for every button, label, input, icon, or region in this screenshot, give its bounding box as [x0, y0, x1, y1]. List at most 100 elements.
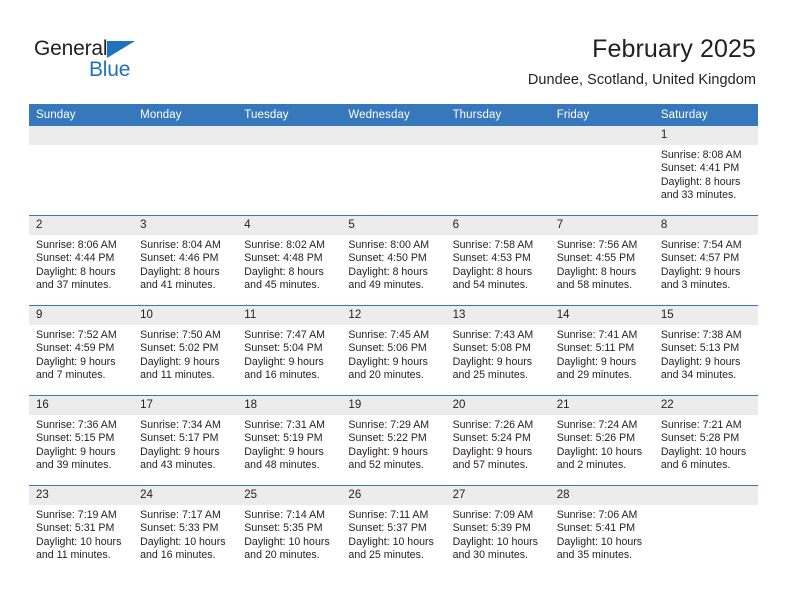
day-number: 12: [341, 306, 446, 325]
calendar-day-cell[interactable]: 11 Sunrise: 7:47 AM Sunset: 5:04 PM Dayli…: [237, 305, 342, 396]
calendar-week-row: 16 Sunrise: 7:36 AM Sunset: 5:15 PM Dayli…: [29, 395, 758, 486]
day-sun-details: Sunrise: 7:38 AM Sunset: 5:13 PM Dayligh…: [660, 329, 742, 381]
day-sun-details: Sunrise: 7:26 AM Sunset: 5:24 PM Dayligh…: [452, 419, 534, 471]
day-sun-details: Sunrise: 8:08 AM Sunset: 4:41 PM Dayligh…: [660, 149, 742, 201]
day-cell-inner: 11 Sunrise: 7:47 AM Sunset: 5:04 PM Dayli…: [237, 306, 342, 395]
day-number: [133, 126, 238, 145]
calendar-day-cell[interactable]: 8 Sunrise: 7:54 AM Sunset: 4:57 PM Daylig…: [653, 215, 758, 306]
calendar-page: General Blue February 2025 Dundee, Scotl…: [0, 0, 792, 612]
day-number: 19: [341, 396, 446, 415]
calendar-day-cell-empty: [237, 126, 342, 216]
day-sun-details: Sunrise: 7:14 AM Sunset: 5:35 PM Dayligh…: [244, 509, 330, 561]
calendar-day-cell-empty: [133, 126, 238, 216]
day-number: [341, 126, 446, 145]
day-sun-details: Sunrise: 7:31 AM Sunset: 5:19 PM Dayligh…: [244, 419, 325, 471]
calendar-day-cell[interactable]: 19 Sunrise: 7:29 AM Sunset: 5:22 PM Dayli…: [341, 395, 446, 486]
calendar-day-cell[interactable]: 15 Sunrise: 7:38 AM Sunset: 5:13 PM Dayli…: [653, 305, 758, 396]
generalblue-logo[interactable]: General Blue: [34, 38, 154, 82]
day-sun-details: [550, 145, 654, 149]
day-number: 25: [237, 486, 342, 505]
day-cell-inner: 14 Sunrise: 7:41 AM Sunset: 5:11 PM Dayli…: [549, 306, 654, 395]
day-number: 13: [445, 306, 550, 325]
weekday-header-monday: Monday: [133, 104, 238, 126]
calendar-day-cell[interactable]: 18 Sunrise: 7:31 AM Sunset: 5:19 PM Dayli…: [237, 395, 342, 486]
day-sun-details: Sunrise: 7:50 AM Sunset: 5:02 PM Dayligh…: [140, 329, 221, 381]
calendar-week-row: 2 Sunrise: 8:06 AM Sunset: 4:44 PM Daylig…: [29, 215, 758, 306]
day-cell-inner: 16 Sunrise: 7:36 AM Sunset: 5:15 PM Dayli…: [29, 396, 134, 485]
page-header: General Blue February 2025 Dundee, Scotl…: [0, 0, 792, 104]
day-sun-details: [237, 145, 341, 149]
day-sun-details: [341, 145, 445, 149]
day-number: 5: [341, 216, 446, 235]
day-sun-details: Sunrise: 7:17 AM Sunset: 5:33 PM Dayligh…: [140, 509, 226, 561]
calendar-day-cell[interactable]: 13 Sunrise: 7:43 AM Sunset: 5:08 PM Dayli…: [445, 305, 550, 396]
day-number: [29, 126, 134, 145]
calendar-week-row: 23 Sunrise: 7:19 AM Sunset: 5:31 PM Dayli…: [29, 485, 758, 575]
day-cell-inner: 8 Sunrise: 7:54 AM Sunset: 4:57 PM Daylig…: [653, 216, 758, 305]
day-number: 23: [29, 486, 134, 505]
calendar-day-cell[interactable]: 6 Sunrise: 7:58 AM Sunset: 4:53 PM Daylig…: [445, 215, 550, 306]
day-sun-details: Sunrise: 8:02 AM Sunset: 4:48 PM Dayligh…: [244, 239, 325, 291]
day-sun-details: Sunrise: 8:00 AM Sunset: 4:50 PM Dayligh…: [348, 239, 430, 291]
logo-text-general: General: [34, 37, 108, 60]
day-sun-details: Sunrise: 7:21 AM Sunset: 5:28 PM Dayligh…: [660, 419, 747, 471]
page-subtitle: Dundee, Scotland, United Kingdom: [527, 72, 756, 88]
calendar-day-cell[interactable]: 23 Sunrise: 7:19 AM Sunset: 5:31 PM Dayli…: [29, 485, 134, 575]
day-number: 21: [549, 396, 654, 415]
day-sun-details: [133, 145, 237, 149]
calendar-day-cell[interactable]: 14 Sunrise: 7:41 AM Sunset: 5:11 PM Dayli…: [549, 305, 654, 396]
day-sun-details: Sunrise: 7:47 AM Sunset: 5:04 PM Dayligh…: [244, 329, 325, 381]
weekday-header-sunday: Sunday: [29, 104, 134, 126]
weekday-header-friday: Friday: [549, 104, 654, 126]
calendar-day-cell[interactable]: 21 Sunrise: 7:24 AM Sunset: 5:26 PM Dayli…: [549, 395, 654, 486]
day-cell-inner: 10 Sunrise: 7:50 AM Sunset: 5:02 PM Dayli…: [133, 306, 238, 395]
day-cell-inner: [445, 126, 550, 215]
calendar-day-cell[interactable]: 12 Sunrise: 7:45 AM Sunset: 5:06 PM Dayli…: [341, 305, 446, 396]
calendar-day-cell[interactable]: 24 Sunrise: 7:17 AM Sunset: 5:33 PM Dayli…: [133, 485, 238, 575]
calendar-day-cell[interactable]: 27 Sunrise: 7:09 AM Sunset: 5:39 PM Dayli…: [445, 485, 550, 575]
day-sun-details: Sunrise: 7:45 AM Sunset: 5:06 PM Dayligh…: [348, 329, 430, 381]
day-cell-inner: 23 Sunrise: 7:19 AM Sunset: 5:31 PM Dayli…: [29, 486, 134, 575]
day-number: 8: [653, 216, 758, 235]
calendar-day-cell[interactable]: 20 Sunrise: 7:26 AM Sunset: 5:24 PM Dayli…: [445, 395, 550, 486]
day-number: 20: [445, 396, 550, 415]
calendar-day-cell[interactable]: 16 Sunrise: 7:36 AM Sunset: 5:15 PM Dayli…: [29, 395, 134, 486]
calendar-day-cell[interactable]: 10 Sunrise: 7:50 AM Sunset: 5:02 PM Dayli…: [133, 305, 238, 396]
calendar-day-cell[interactable]: 5 Sunrise: 8:00 AM Sunset: 4:50 PM Daylig…: [341, 215, 446, 306]
calendar-day-cell[interactable]: 26 Sunrise: 7:11 AM Sunset: 5:37 PM Dayli…: [341, 485, 446, 575]
day-sun-details: Sunrise: 7:09 AM Sunset: 5:39 PM Dayligh…: [452, 509, 538, 561]
calendar-day-cell-empty: [549, 126, 654, 216]
day-number: 24: [133, 486, 238, 505]
day-cell-inner: 27 Sunrise: 7:09 AM Sunset: 5:39 PM Dayli…: [445, 486, 550, 575]
calendar-day-cell[interactable]: 4 Sunrise: 8:02 AM Sunset: 4:48 PM Daylig…: [237, 215, 342, 306]
day-sun-details: Sunrise: 7:41 AM Sunset: 5:11 PM Dayligh…: [556, 329, 638, 381]
day-cell-inner: 13 Sunrise: 7:43 AM Sunset: 5:08 PM Dayli…: [445, 306, 550, 395]
day-number: 26: [341, 486, 446, 505]
title-block: February 2025 Dundee, Scotland, United K…: [528, 34, 756, 90]
day-sun-details: Sunrise: 7:06 AM Sunset: 5:41 PM Dayligh…: [556, 509, 643, 561]
calendar-day-cell[interactable]: 1 Sunrise: 8:08 AM Sunset: 4:41 PM Daylig…: [653, 126, 758, 216]
day-cell-inner: 4 Sunrise: 8:02 AM Sunset: 4:48 PM Daylig…: [237, 216, 342, 305]
day-sun-details: Sunrise: 7:34 AM Sunset: 5:17 PM Dayligh…: [140, 419, 221, 471]
calendar-day-cell[interactable]: 17 Sunrise: 7:34 AM Sunset: 5:17 PM Dayli…: [133, 395, 238, 486]
calendar-day-cell-empty: [29, 126, 134, 216]
triangle-icon: [107, 41, 135, 58]
weekday-header-thursday: Thursday: [445, 104, 550, 126]
calendar-day-cell[interactable]: 28 Sunrise: 7:06 AM Sunset: 5:41 PM Dayli…: [549, 485, 654, 575]
day-cell-inner: 21 Sunrise: 7:24 AM Sunset: 5:26 PM Dayli…: [549, 396, 654, 485]
calendar-day-cell[interactable]: 7 Sunrise: 7:56 AM Sunset: 4:55 PM Daylig…: [549, 215, 654, 306]
day-cell-inner: 12 Sunrise: 7:45 AM Sunset: 5:06 PM Dayli…: [341, 306, 446, 395]
calendar-week-row: 9 Sunrise: 7:52 AM Sunset: 4:59 PM Daylig…: [29, 305, 758, 396]
calendar-header-row: Sunday Monday Tuesday Wednesday Thursday…: [29, 104, 758, 126]
day-cell-inner: 6 Sunrise: 7:58 AM Sunset: 4:53 PM Daylig…: [445, 216, 550, 305]
calendar-day-cell[interactable]: 9 Sunrise: 7:52 AM Sunset: 4:59 PM Daylig…: [29, 305, 134, 396]
day-sun-details: Sunrise: 7:36 AM Sunset: 5:15 PM Dayligh…: [36, 419, 117, 471]
calendar-day-cell[interactable]: 22 Sunrise: 7:21 AM Sunset: 5:28 PM Dayli…: [653, 395, 758, 486]
day-cell-inner: 26 Sunrise: 7:11 AM Sunset: 5:37 PM Dayli…: [341, 486, 446, 575]
day-number: 10: [133, 306, 238, 325]
calendar-day-cell[interactable]: 25 Sunrise: 7:14 AM Sunset: 5:35 PM Dayli…: [237, 485, 342, 575]
calendar-day-cell[interactable]: 3 Sunrise: 8:04 AM Sunset: 4:46 PM Daylig…: [133, 215, 238, 306]
calendar-week-row: 1 Sunrise: 8:08 AM Sunset: 4:41 PM Daylig…: [29, 126, 758, 216]
calendar-day-cell[interactable]: 2 Sunrise: 8:06 AM Sunset: 4:44 PM Daylig…: [29, 215, 134, 306]
day-sun-details: Sunrise: 7:19 AM Sunset: 5:31 PM Dayligh…: [36, 509, 122, 561]
